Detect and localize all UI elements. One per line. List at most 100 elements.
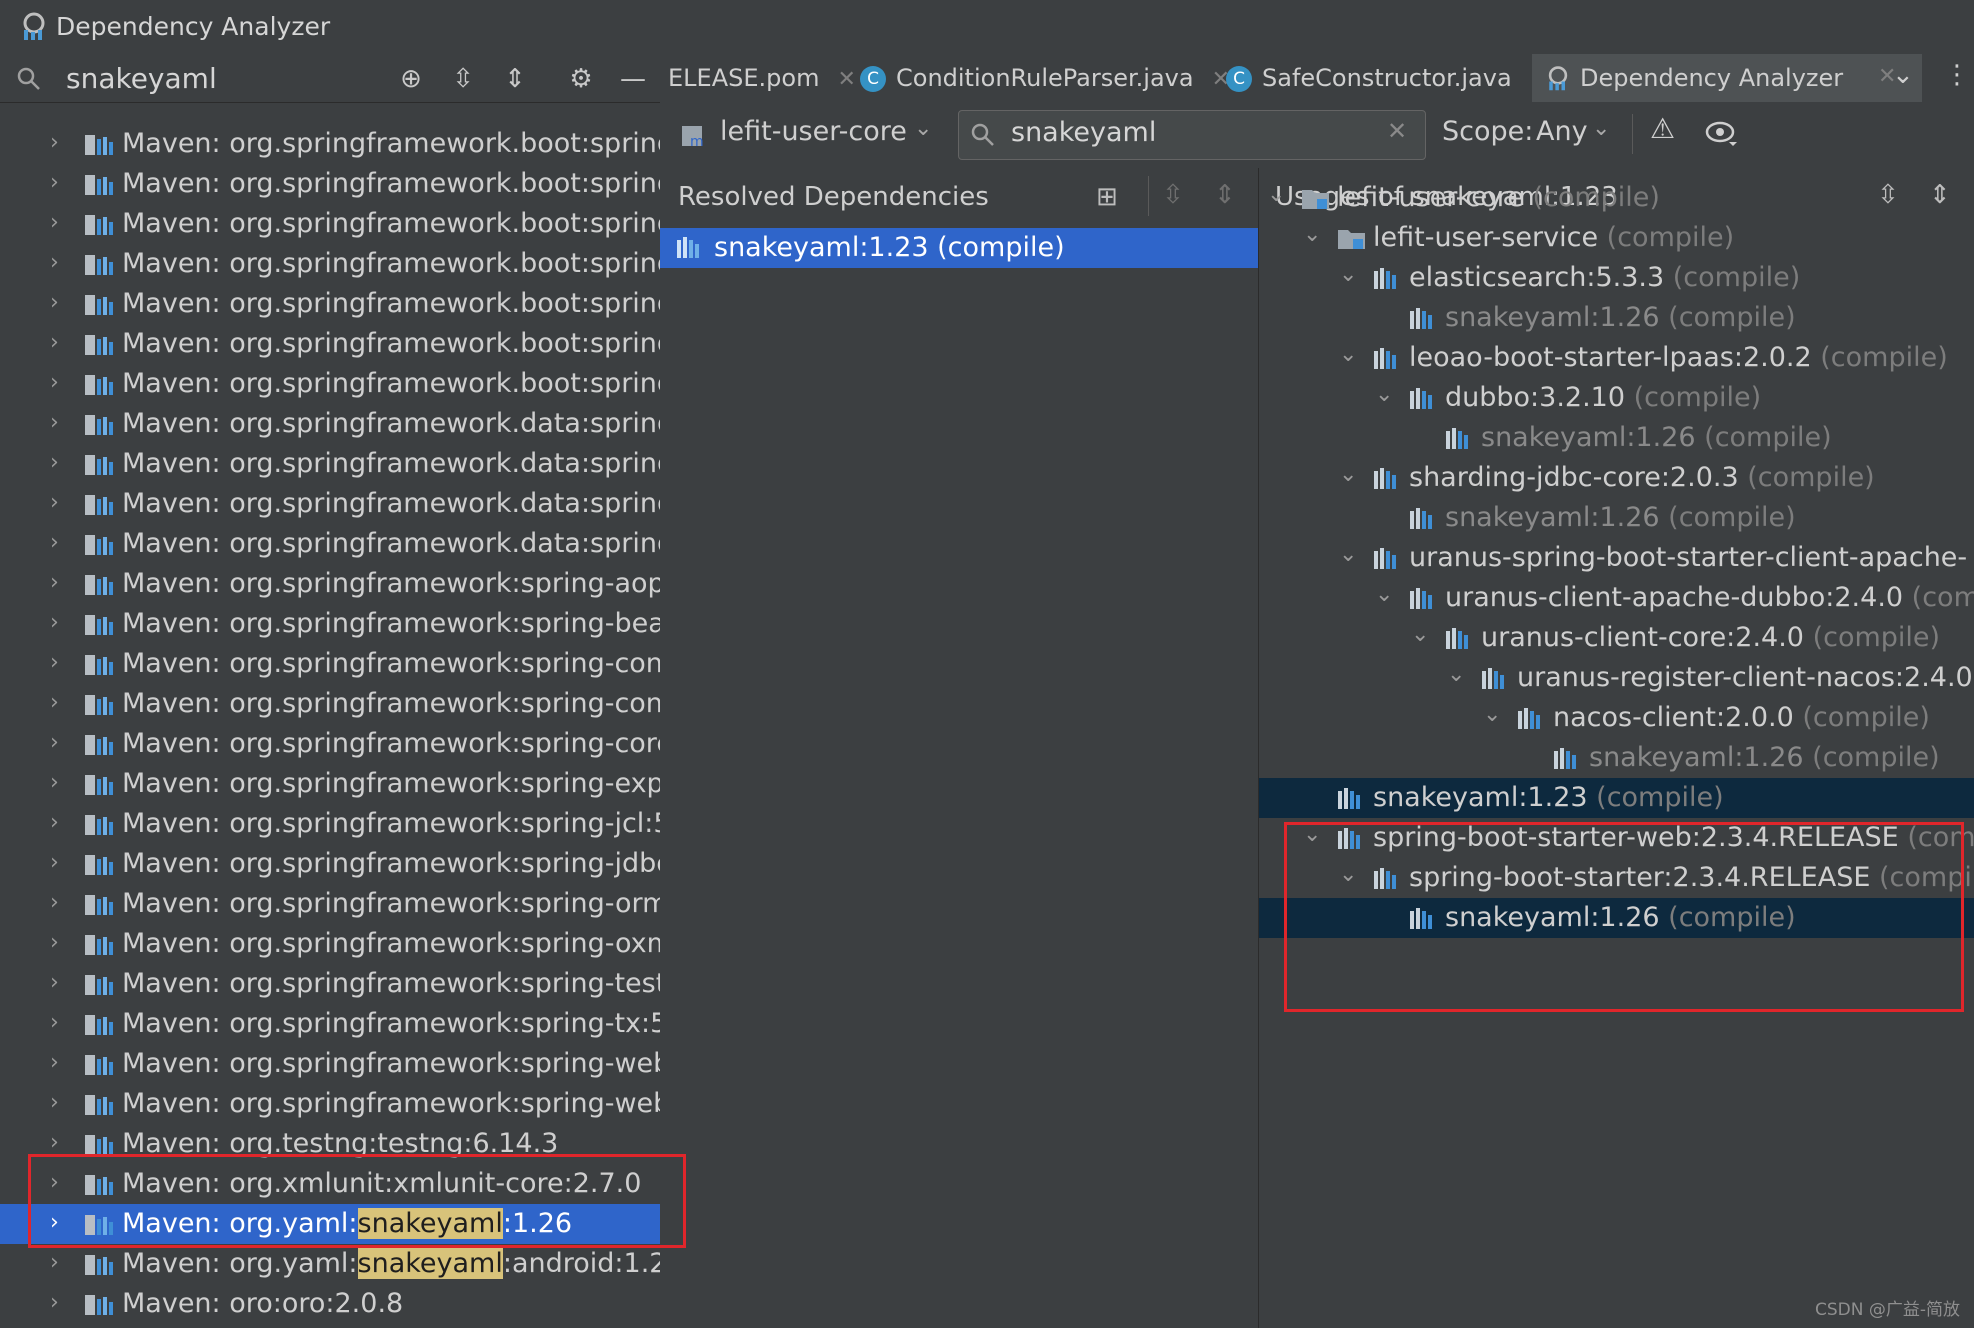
library-row[interactable]: › Maven: org.springframework.boot:spring-… <box>0 324 660 364</box>
library-row[interactable]: › Maven: org.springframework:spring-beans <box>0 604 660 644</box>
library-row[interactable]: › Maven: oro:oro:2.0.8 <box>0 1284 660 1324</box>
chevron-down-icon[interactable]: ⌄ <box>914 116 932 141</box>
usage-row[interactable]: snakeyaml:1.26 (compile) <box>1259 898 1974 938</box>
scope-selector[interactable]: Any <box>1536 116 1588 147</box>
library-row[interactable]: › Maven: org.springframework:spring-conte <box>0 644 660 684</box>
chevron-right-icon[interactable]: › <box>50 730 59 755</box>
chevron-down-icon[interactable]: ⌄ <box>1375 582 1393 607</box>
chevron-right-icon[interactable]: › <box>50 1170 59 1195</box>
library-row[interactable]: › Maven: org.springframework.boot:spring-… <box>0 244 660 284</box>
library-row[interactable]: › Maven: org.springframework.boot:spring-… <box>0 284 660 324</box>
usage-row[interactable]: snakeyaml:1.26 (compile) <box>1259 418 1974 458</box>
library-row[interactable]: › Maven: org.springframework.boot:spring- <box>0 124 660 164</box>
library-row[interactable]: › Maven: org.springframework:spring-core:… <box>0 724 660 764</box>
library-row[interactable]: › Maven: org.springframework.data:spring-… <box>0 404 660 444</box>
usage-row[interactable]: ⌄ dubbo:3.2.10 (compile) <box>1259 378 1974 418</box>
chevron-down-icon[interactable]: ⌄ <box>1303 822 1321 847</box>
usage-row[interactable]: snakeyaml:1.26 (compile) <box>1259 298 1974 338</box>
usage-row[interactable]: ⌄ leoao-boot-starter-lpaas:2.0.2 (compile… <box>1259 338 1974 378</box>
library-row[interactable]: › Maven: org.springframework:spring-webm <box>0 1084 660 1124</box>
chevron-down-icon[interactable]: ⌄ <box>1592 116 1610 141</box>
library-row[interactable]: › Maven: org.springframework.data:spring-… <box>0 484 660 524</box>
usage-row[interactable]: snakeyaml:1.26 (compile) <box>1259 498 1974 538</box>
usage-row[interactable]: ⌄ lefit-user-service (compile) <box>1259 218 1974 258</box>
chevron-right-icon[interactable]: › <box>50 570 59 595</box>
chevron-right-icon[interactable]: › <box>50 330 59 355</box>
chevron-right-icon[interactable]: › <box>50 490 59 515</box>
chevron-down-icon[interactable]: ⌄ <box>1447 662 1465 687</box>
chevron-right-icon[interactable]: › <box>50 210 59 235</box>
chevron-down-icon[interactable]: ⌄ <box>1339 862 1357 887</box>
chevron-right-icon[interactable]: › <box>50 970 59 995</box>
library-row[interactable]: › Maven: org.springframework.boot:spring-… <box>0 364 660 404</box>
chevron-right-icon[interactable]: › <box>50 1210 59 1235</box>
chevron-right-icon[interactable]: › <box>50 410 59 435</box>
usage-row[interactable]: ⌄ nacos-client:2.0.0 (compile) <box>1259 698 1974 738</box>
chevron-right-icon[interactable]: › <box>50 250 59 275</box>
chevron-down-icon[interactable]: ⌄ <box>1892 60 1914 90</box>
usage-row[interactable]: ⌄ uranus-spring-boot-starter-client-apach… <box>1259 538 1974 578</box>
chevron-right-icon[interactable]: › <box>50 1290 59 1315</box>
chevron-right-icon[interactable]: › <box>50 1050 59 1075</box>
dependency-search-value[interactable]: snakeyaml <box>1011 117 1156 148</box>
collapse-all-icon[interactable]: ⇕ <box>1214 180 1236 210</box>
chevron-right-icon[interactable]: › <box>50 170 59 195</box>
chevron-right-icon[interactable]: › <box>50 1130 59 1155</box>
library-row[interactable]: › Maven: org.springframework.data:spring-… <box>0 524 660 564</box>
library-row[interactable]: › Maven: org.testng:testng:6.14.3 <box>0 1124 660 1164</box>
project-search-bar[interactable]: snakeyaml ⊕ ⇳ ⇕ ⚙ — <box>0 54 660 103</box>
chevron-right-icon[interactable]: › <box>50 450 59 475</box>
usage-row[interactable]: ⌄ uranus-register-client-nacos:2.4.0 <box>1259 658 1974 698</box>
chevron-down-icon[interactable]: ⌄ <box>1267 182 1285 207</box>
usage-row[interactable]: ⌄ sharding-jdbc-core:2.0.3 (compile) <box>1259 458 1974 498</box>
chevron-right-icon[interactable]: › <box>50 130 59 155</box>
chevron-right-icon[interactable]: › <box>50 890 59 915</box>
chevron-down-icon[interactable]: ⌄ <box>1339 262 1357 287</box>
collapse-all-icon[interactable]: ⇕ <box>498 62 532 96</box>
usage-row[interactable]: ⌄ spring-boot-starter:2.3.4.RELEASE (comp… <box>1259 858 1974 898</box>
expand-all-icon[interactable]: ⇳ <box>1162 180 1184 210</box>
library-row[interactable]: › Maven: org.springframework:spring-orm:5 <box>0 884 660 924</box>
warning-icon[interactable]: ⚠ <box>1650 112 1675 145</box>
project-search-value[interactable]: snakeyaml <box>66 62 217 95</box>
library-row[interactable]: › Maven: org.springframework:spring-expre <box>0 764 660 804</box>
chevron-right-icon[interactable]: › <box>50 290 59 315</box>
tree-view-icon[interactable]: ⊞ <box>1096 182 1118 212</box>
more-options-icon[interactable]: ⋮ <box>1944 60 1970 90</box>
chevron-right-icon[interactable]: › <box>50 1010 59 1035</box>
eye-icon[interactable] <box>1704 118 1738 148</box>
expand-all-icon[interactable]: ⇳ <box>446 62 480 96</box>
chevron-down-icon[interactable]: ⌄ <box>1303 222 1321 247</box>
usage-row[interactable]: snakeyaml:1.26 (compile) <box>1259 738 1974 778</box>
chevron-right-icon[interactable]: › <box>50 690 59 715</box>
chevron-right-icon[interactable]: › <box>50 610 59 635</box>
usage-row[interactable]: ⌄ spring-boot-starter-web:2.3.4.RELEASE (… <box>1259 818 1974 858</box>
chevron-right-icon[interactable]: › <box>50 370 59 395</box>
library-row[interactable]: › Maven: org.springframework:spring-oxm:5 <box>0 924 660 964</box>
library-row[interactable]: › Maven: org.springframework:spring-tx:5.… <box>0 1004 660 1044</box>
chevron-down-icon[interactable]: ⌄ <box>1411 622 1429 647</box>
chevron-down-icon[interactable]: ⌄ <box>1339 462 1357 487</box>
clear-icon[interactable]: ✕ <box>1387 117 1407 145</box>
chevron-down-icon[interactable]: ⌄ <box>1339 542 1357 567</box>
hide-panel-icon[interactable]: — <box>616 62 650 96</box>
usage-row[interactable]: ⌄ lefit-user-core (compile) <box>1259 178 1974 218</box>
chevron-right-icon[interactable]: › <box>50 530 59 555</box>
usage-row[interactable]: ⌄ elasticsearch:5.3.3 (compile) <box>1259 258 1974 298</box>
chevron-right-icon[interactable]: › <box>50 770 59 795</box>
chevron-right-icon[interactable]: › <box>50 1090 59 1115</box>
library-row[interactable]: › Maven: org.springframework.boot:spring-… <box>0 164 660 204</box>
chevron-right-icon[interactable]: › <box>50 1250 59 1275</box>
chevron-right-icon[interactable]: › <box>50 850 59 875</box>
resolved-dependency-item[interactable]: snakeyaml:1.23 (compile) <box>660 228 1258 268</box>
library-row[interactable]: › Maven: org.springframework:spring-web:5 <box>0 1044 660 1084</box>
library-row[interactable]: › Maven: org.springframework.data:spring-… <box>0 444 660 484</box>
usage-row[interactable]: ⌄ uranus-client-apache-dubbo:2.4.0 (comp <box>1259 578 1974 618</box>
library-row[interactable]: › Maven: org.yaml:snakeyaml:android:1.23 <box>0 1244 660 1284</box>
tab-dependency-analyzer[interactable]: Dependency Analyzer ✕ <box>1532 54 1922 105</box>
library-row[interactable]: › Maven: org.springframework:spring-conte <box>0 684 660 724</box>
library-row[interactable]: › Maven: org.springframework:spring-aop:5 <box>0 564 660 604</box>
library-row[interactable]: › Maven: org.springframework:spring-test:… <box>0 964 660 1004</box>
chevron-down-icon[interactable]: ⌄ <box>1375 382 1393 407</box>
chevron-right-icon[interactable]: › <box>50 810 59 835</box>
